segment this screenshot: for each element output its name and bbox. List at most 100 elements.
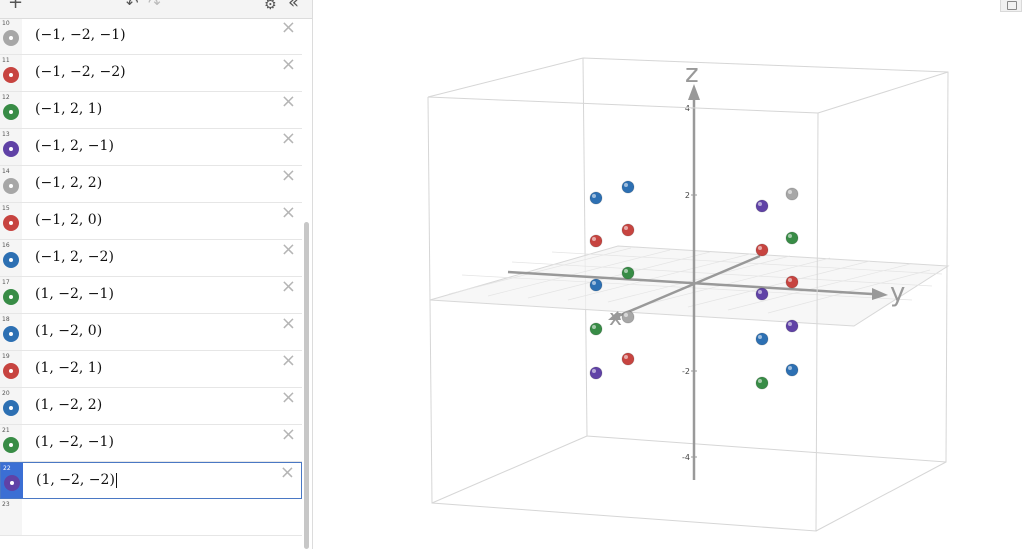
- expression-input[interactable]: (1, −2, 2): [35, 397, 102, 413]
- expression-row[interactable]: 16 (−1, 2, −2) ×: [0, 240, 302, 277]
- point-color-toggle-icon[interactable]: [3, 289, 19, 305]
- point-color-toggle-icon[interactable]: [3, 326, 19, 342]
- expression-row[interactable]: 14 (−1, 2, 2) ×: [0, 166, 302, 203]
- undo-icon[interactable]: ↶: [126, 0, 139, 12]
- point-color-toggle-icon[interactable]: [3, 30, 19, 46]
- expression-input[interactable]: (1, −2, 1): [35, 360, 102, 376]
- graph-point[interactable]: [755, 332, 769, 346]
- graph-point[interactable]: [621, 266, 635, 280]
- expression-row[interactable]: 18 (1, −2, 0) ×: [0, 314, 302, 351]
- graph-point[interactable]: [755, 199, 769, 213]
- graph-point[interactable]: [621, 180, 635, 194]
- expression-index: 10: [2, 20, 10, 27]
- graph-point[interactable]: [589, 278, 603, 292]
- x-axis-label: x: [609, 306, 622, 331]
- graph-point[interactable]: [621, 352, 635, 366]
- graph-3d-canvas[interactable]: 4 2 -2 -4 z y x: [312, 0, 1024, 549]
- expression-input[interactable]: (−1, −2, −2): [35, 64, 126, 80]
- expression-index: 19: [2, 353, 10, 360]
- graph-point[interactable]: [785, 275, 799, 289]
- graph-point-highlight: [758, 246, 762, 250]
- expression-input[interactable]: (−1, 2, 1): [35, 101, 102, 117]
- point-color-toggle-icon[interactable]: [3, 363, 19, 379]
- expression-row[interactable]: 10 (−1, −2, −1) ×: [0, 18, 302, 55]
- expression-input[interactable]: (1, −2, −1): [35, 434, 114, 450]
- expression-input[interactable]: (−1, −2, −1): [35, 27, 126, 43]
- graph-point[interactable]: [589, 234, 603, 248]
- expression-list-scrollbar[interactable]: [304, 222, 309, 549]
- delete-expression-icon[interactable]: ×: [281, 93, 296, 111]
- delete-expression-icon[interactable]: ×: [281, 130, 296, 148]
- expression-index: 17: [2, 279, 10, 286]
- add-icon[interactable]: +: [8, 0, 23, 12]
- point-color-toggle-icon[interactable]: [4, 475, 20, 491]
- delete-expression-icon[interactable]: ×: [281, 315, 296, 333]
- expression-row[interactable]: 22 (1, −2, −2) ×: [0, 462, 302, 499]
- delete-expression-icon[interactable]: ×: [280, 464, 295, 482]
- expression-input[interactable]: (−1, 2, −2): [35, 249, 114, 265]
- graph-point-highlight: [592, 369, 596, 373]
- expression-row[interactable]: 15 (−1, 2, 0) ×: [0, 203, 302, 240]
- expression-input[interactable]: (1, −2, −2): [36, 472, 117, 488]
- expression-toolbar: + ↶ ↷ ⚙ «: [0, 0, 312, 19]
- expression-text: (1, −2, 0): [35, 323, 103, 339]
- point-color-toggle-icon[interactable]: [3, 400, 19, 416]
- expression-input[interactable]: (−1, 2, −1): [35, 138, 114, 154]
- delete-expression-icon[interactable]: ×: [281, 278, 296, 296]
- graph-point[interactable]: [785, 363, 799, 377]
- graph-point[interactable]: [589, 191, 603, 205]
- point-color-toggle-icon[interactable]: [3, 67, 19, 83]
- graph-point[interactable]: [785, 319, 799, 333]
- delete-expression-icon[interactable]: ×: [281, 19, 296, 37]
- delete-expression-icon[interactable]: ×: [281, 204, 296, 222]
- expression-input[interactable]: (−1, 2, 2): [35, 175, 102, 191]
- delete-expression-icon[interactable]: ×: [281, 389, 296, 407]
- graph-point[interactable]: [755, 243, 769, 257]
- graph-point[interactable]: [589, 322, 603, 336]
- delete-expression-icon[interactable]: ×: [281, 167, 296, 185]
- graph-point[interactable]: [589, 366, 603, 380]
- point-color-toggle-icon[interactable]: [3, 141, 19, 157]
- collapse-list-icon[interactable]: «: [288, 0, 299, 12]
- expression-row[interactable]: 13 (−1, 2, −1) ×: [0, 129, 302, 166]
- expression-index: 11: [2, 57, 10, 64]
- graph-point[interactable]: [621, 223, 635, 237]
- expression-row[interactable]: 20 (1, −2, 2) ×: [0, 388, 302, 425]
- graph-point[interactable]: [785, 187, 799, 201]
- graph-point[interactable]: [785, 231, 799, 245]
- expression-index: 21: [2, 427, 10, 434]
- expression-row[interactable]: 19 (1, −2, 1) ×: [0, 351, 302, 388]
- graph-point-highlight: [592, 325, 596, 329]
- graph-point[interactable]: [755, 287, 769, 301]
- redo-icon[interactable]: ↷: [148, 0, 161, 12]
- graph-point[interactable]: [755, 376, 769, 390]
- z-axis-label: z: [685, 59, 699, 89]
- expression-index: 13: [2, 131, 10, 138]
- point-color-toggle-icon[interactable]: [3, 252, 19, 268]
- expression-row[interactable]: 12 (−1, 2, 1) ×: [0, 92, 302, 129]
- graph-point-highlight: [624, 183, 628, 187]
- expression-input[interactable]: (1, −2, 0): [35, 323, 102, 339]
- expression-input[interactable]: (−1, 2, 0): [35, 212, 102, 228]
- expression-row[interactable]: 17 (1, −2, −1) ×: [0, 277, 302, 314]
- graph-point[interactable]: [621, 310, 635, 324]
- point-color-toggle-icon[interactable]: [3, 104, 19, 120]
- expression-row[interactable]: 11 (−1, −2, −2) ×: [0, 55, 302, 92]
- expression-index: 20: [2, 390, 10, 397]
- delete-expression-icon[interactable]: ×: [281, 56, 296, 74]
- graph-point-highlight: [592, 194, 596, 198]
- graph-point-highlight: [592, 237, 596, 241]
- delete-expression-icon[interactable]: ×: [281, 352, 296, 370]
- delete-expression-icon[interactable]: ×: [281, 426, 296, 444]
- point-color-toggle-icon[interactable]: [3, 178, 19, 194]
- expression-text: (−1, 2, 1): [35, 101, 103, 117]
- expression-input[interactable]: (1, −2, −1): [35, 286, 114, 302]
- notes-icon[interactable]: [1000, 0, 1022, 12]
- gear-icon[interactable]: ⚙: [264, 0, 277, 14]
- point-color-toggle-icon[interactable]: [3, 437, 19, 453]
- expression-row[interactable]: 23: [0, 499, 302, 536]
- point-color-toggle-icon[interactable]: [3, 215, 19, 231]
- graph-point-highlight: [592, 281, 596, 285]
- delete-expression-icon[interactable]: ×: [281, 241, 296, 259]
- expression-row[interactable]: 21 (1, −2, −1) ×: [0, 425, 302, 462]
